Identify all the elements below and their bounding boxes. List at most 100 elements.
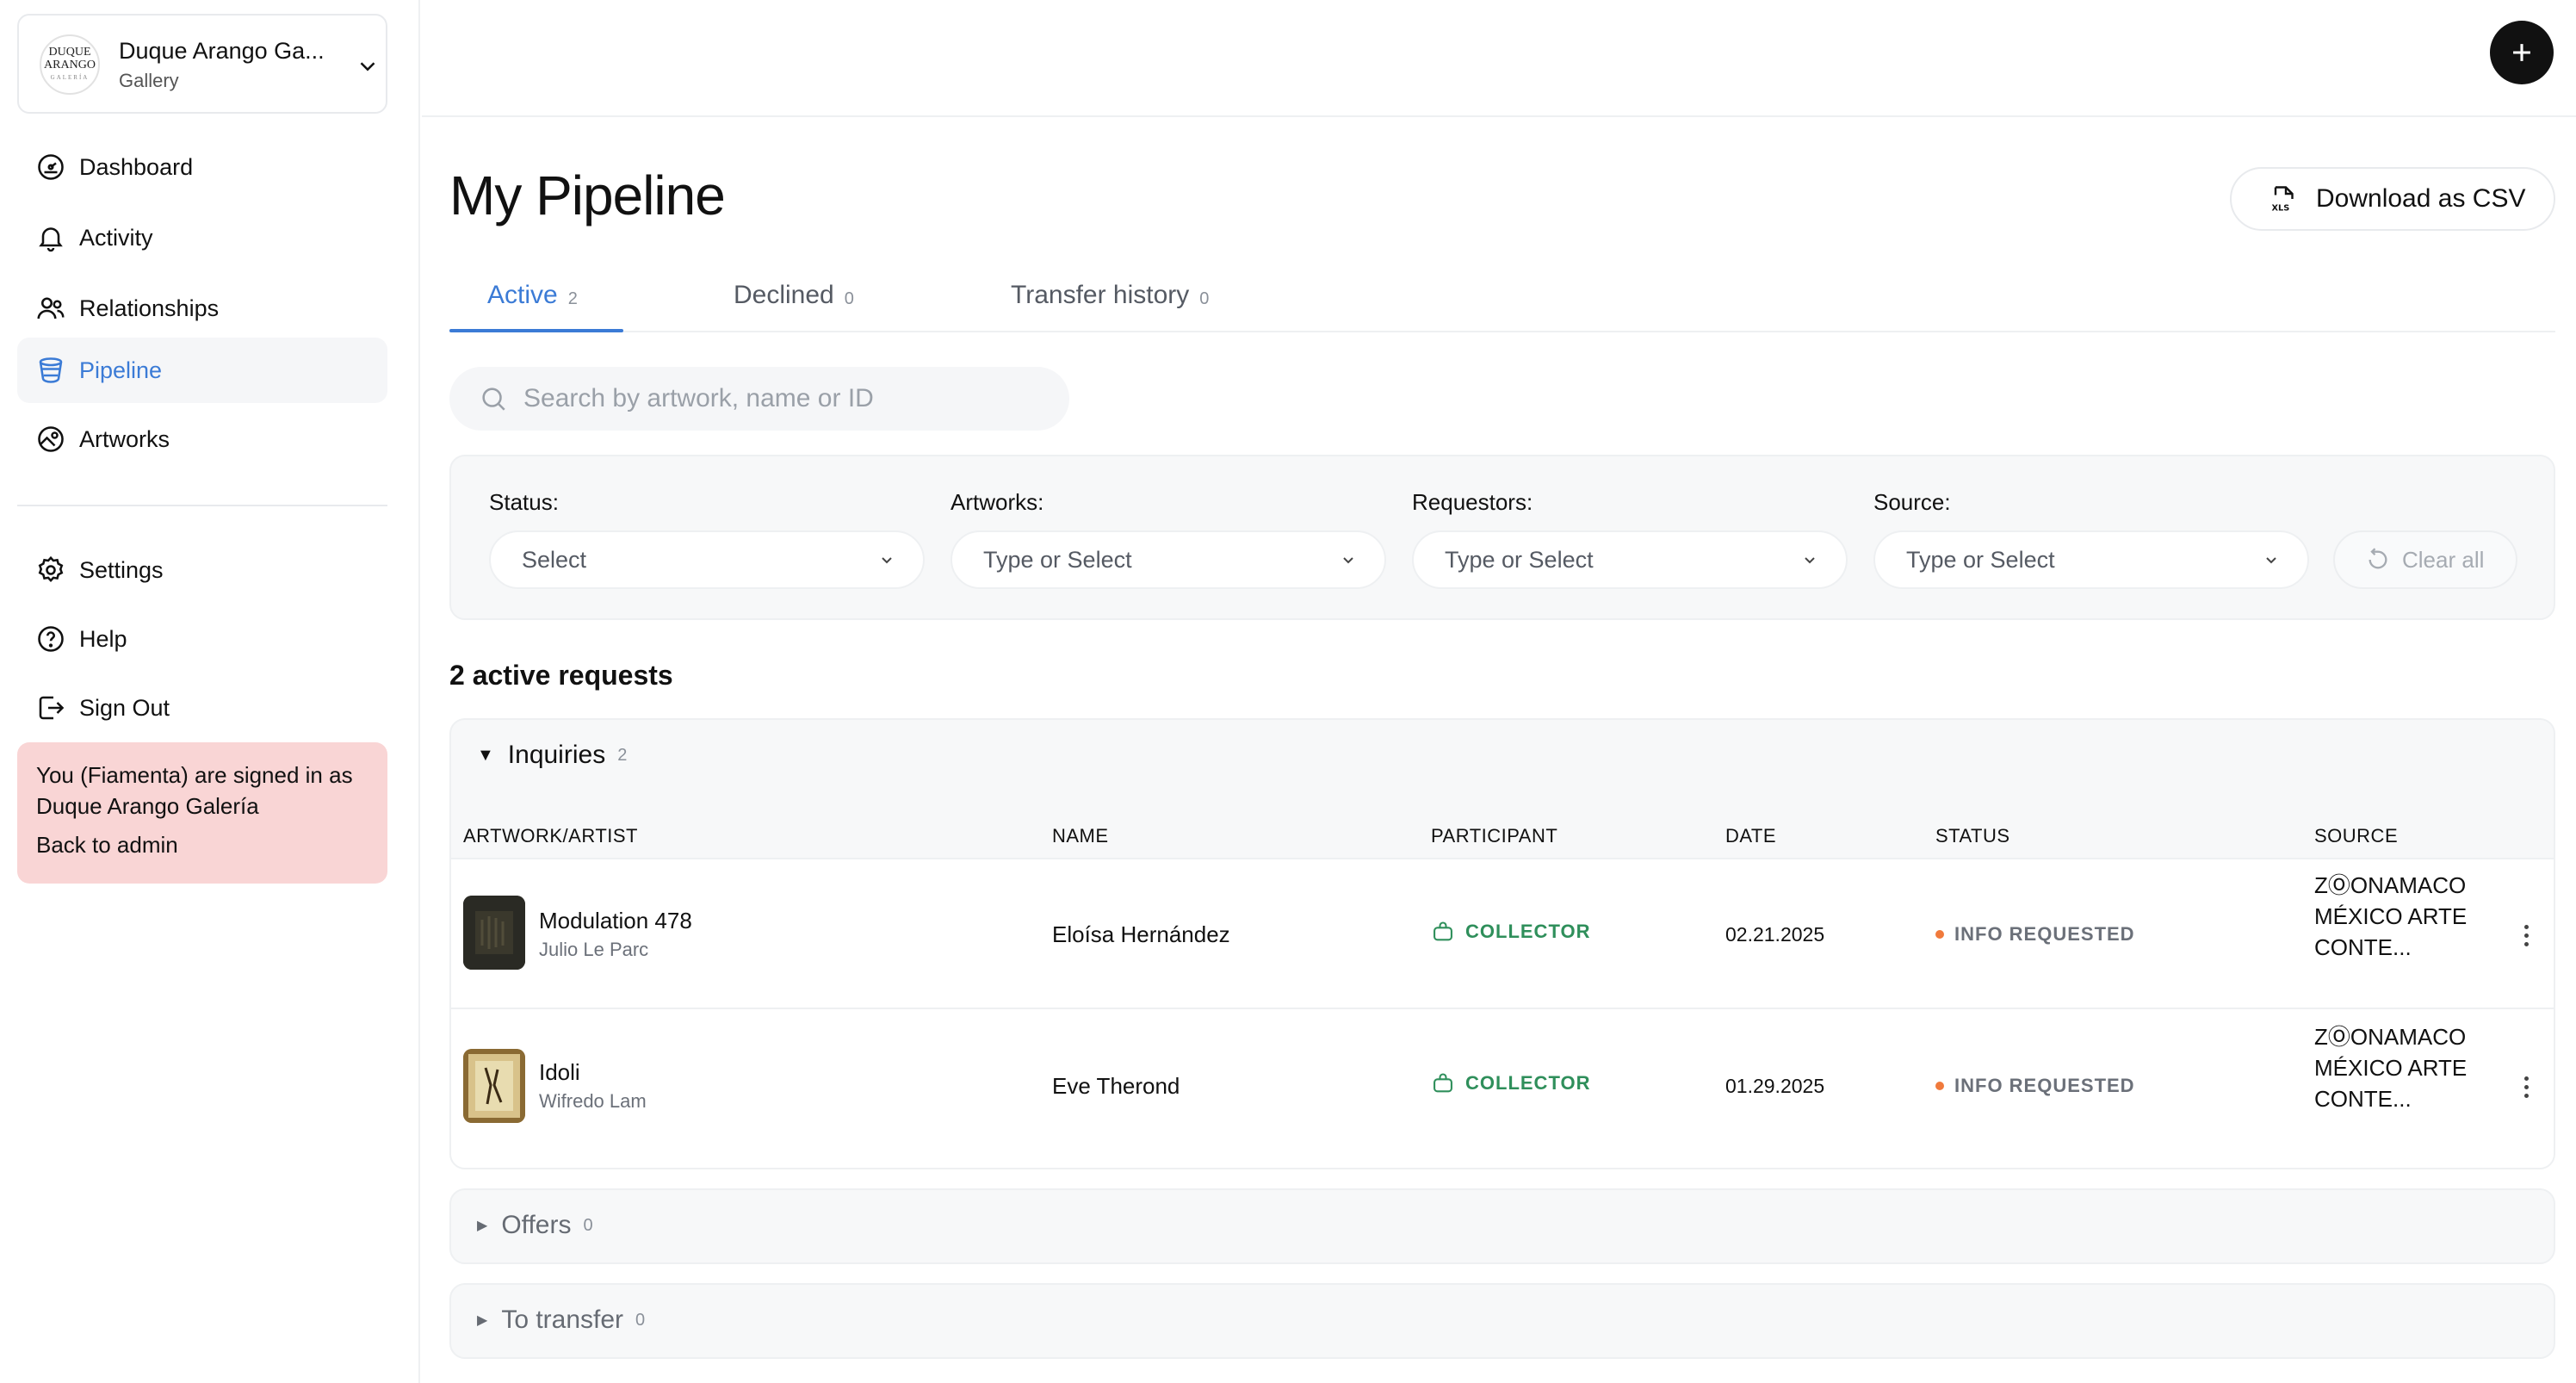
artwork-thumbnail (463, 1049, 525, 1123)
pipeline-tabs: Active 2 Declined 0 Transfer history 0 (449, 267, 2555, 332)
reset-icon (2369, 548, 2387, 569)
row-more-menu-icon[interactable] (2509, 1070, 2543, 1104)
svg-text:XLS: XLS (2272, 204, 2290, 214)
chevron-down-icon[interactable] (355, 53, 381, 79)
clear-all-button[interactable]: Clear all (2333, 530, 2517, 589)
artworks-filter-label: Artworks: (951, 489, 1044, 515)
offers-group: ▶ Offers 0 (449, 1188, 2555, 1264)
artwork-artist: Wifredo Lam (539, 1090, 647, 1112)
users-icon (34, 292, 67, 325)
participant-label: COLLECTOR (1465, 921, 1591, 942)
plus-icon (2513, 44, 2530, 61)
artwork-thumbnail (463, 896, 525, 970)
status-filter-value: Select (522, 546, 587, 573)
sidebar-item-activity[interactable]: Activity (17, 205, 387, 270)
org-switcher[interactable]: DUQUE ARANGO GALERÍA Duque Arango Ga... … (17, 14, 387, 114)
source-text: ZⓄONAMACO MÉXICO ARTE CONTE... (2314, 872, 2468, 960)
inquiries-group: ▼ Inquiries 2 ARTWORK/ARTIST NAME PARTIC… (449, 718, 2555, 1169)
back-to-admin-link[interactable]: Back to admin (36, 832, 178, 859)
request-date: 01.29.2025 (1725, 1075, 1825, 1097)
sidebar-item-label: Settings (79, 556, 164, 583)
inquiries-group-toggle[interactable]: ▼ Inquiries 2 (477, 741, 627, 770)
sidebar-item-label: Activity (79, 224, 153, 251)
artworks-filter-select[interactable]: Type or Select (951, 530, 1386, 589)
sidebar-item-label: Dashboard (79, 153, 194, 180)
table-row[interactable]: Idoli Wifredo Lam Eve Therond COLLECTOR … (451, 1008, 2554, 1168)
tab-active[interactable]: Active 2 (487, 281, 578, 332)
sidebar: DUQUE ARANGO GALERÍA Duque Arango Ga... … (0, 0, 420, 1383)
download-csv-label: Download as CSV (2316, 184, 2526, 213)
add-button[interactable] (2490, 21, 2554, 84)
top-bar (422, 0, 2576, 117)
status-badge: INFO REQUESTED (1935, 923, 2135, 946)
sidebar-item-settings[interactable]: Settings (17, 537, 387, 603)
request-date: 02.21.2025 (1725, 923, 1825, 946)
impersonation-banner: You (Fiamenta) are signed in as Duque Ar… (17, 742, 387, 884)
status-badge: INFO REQUESTED (1935, 1075, 2135, 1097)
column-header-name[interactable]: NAME (1052, 825, 1109, 847)
sidebar-item-help[interactable]: Help (17, 606, 387, 672)
to-transfer-group-toggle[interactable]: ▶ To transfer 0 (477, 1305, 645, 1335)
column-header-artwork[interactable]: ARTWORK/ARTIST (463, 825, 638, 847)
group-count: 2 (617, 745, 628, 765)
sidebar-divider (17, 505, 387, 506)
tab-count: 0 (1199, 289, 1210, 308)
sidebar-item-pipeline[interactable]: Pipeline (17, 338, 387, 403)
sidebar-item-label: Pipeline (79, 357, 163, 383)
row-more-menu-icon[interactable] (2509, 918, 2543, 952)
sidebar-item-label: Help (79, 625, 127, 652)
help-icon (34, 623, 67, 655)
tab-label: Active (487, 281, 558, 309)
sidebar-item-label: Relationships (79, 295, 220, 321)
tab-count: 0 (844, 289, 854, 308)
status-filter-select[interactable]: Select (489, 530, 925, 589)
requestors-filter-value: Type or Select (1445, 546, 1594, 573)
chevron-down-icon (2266, 557, 2276, 564)
table-row[interactable]: Modulation 478 Julio Le Parc Eloísa Hern… (451, 858, 2554, 1008)
requestors-filter-select[interactable]: Type or Select (1412, 530, 1848, 589)
source-filter-select[interactable]: Type or Select (1873, 530, 2309, 589)
status-dot (1935, 930, 1944, 939)
artwork-artist: Julio Le Parc (539, 939, 649, 960)
briefcase-icon (1434, 921, 1452, 941)
sidebar-item-relationships[interactable]: Relationships (17, 276, 387, 341)
group-label: Offers (501, 1211, 572, 1239)
participant-label: COLLECTOR (1465, 1072, 1591, 1094)
artwork-title[interactable]: Idoli (539, 1059, 580, 1086)
bell-icon (34, 221, 67, 254)
sidebar-item-sign-out[interactable]: Sign Out (17, 675, 387, 741)
status-label: INFO REQUESTED (1954, 1075, 2135, 1096)
offers-group-toggle[interactable]: ▶ Offers 0 (477, 1211, 593, 1240)
chevron-down-icon (1805, 557, 1815, 564)
sidebar-item-dashboard[interactable]: Dashboard (17, 134, 387, 200)
org-logo: DUQUE ARANGO GALERÍA (40, 34, 100, 95)
source-filter-value: Type or Select (1906, 546, 2055, 573)
chevron-down-icon (1343, 557, 1353, 564)
status-filter-label: Status: (489, 489, 559, 515)
active-requests-heading: 2 active requests (449, 660, 673, 691)
search-box (449, 367, 1069, 431)
artwork-title[interactable]: Modulation 478 (539, 908, 692, 934)
tab-declined[interactable]: Declined 0 (734, 281, 854, 332)
column-header-source[interactable]: SOURCE (2314, 825, 2398, 847)
column-header-date[interactable]: DATE (1725, 825, 1776, 847)
filter-panel: Status: Select Artworks: Type or Select … (449, 455, 2555, 620)
column-header-status[interactable]: STATUS (1935, 825, 2010, 847)
group-label: Inquiries (507, 741, 606, 769)
active-tab-indicator (449, 329, 623, 332)
org-name: Duque Arango Ga... (119, 38, 325, 64)
tab-transfer-history[interactable]: Transfer history 0 (1011, 281, 1209, 332)
org-logo-line2: ARANGO (44, 58, 96, 71)
sidebar-item-label: Sign Out (79, 694, 170, 721)
column-header-participant[interactable]: PARTICIPANT (1431, 825, 1557, 847)
xls-file-icon: XLS (2272, 186, 2294, 214)
tab-count: 2 (567, 289, 578, 308)
sidebar-item-artworks[interactable]: Artworks (17, 406, 387, 472)
page-title: My Pipeline (449, 164, 726, 226)
artworks-filter-value: Type or Select (983, 546, 1132, 573)
briefcase-icon (1434, 1073, 1452, 1093)
download-csv-button[interactable]: XLS Download as CSV (2230, 167, 2555, 231)
org-logo-line1: DUQUE (48, 45, 91, 59)
collapsed-triangle-icon: ▶ (477, 1313, 488, 1328)
search-input[interactable] (523, 384, 1040, 413)
